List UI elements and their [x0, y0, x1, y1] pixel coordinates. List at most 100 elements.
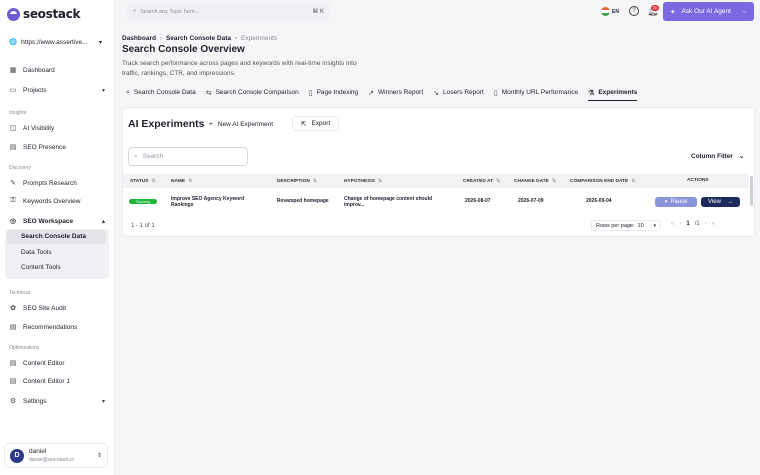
total-pages: /1	[694, 221, 700, 227]
column-filter-button[interactable]: Column Filter ⌄	[691, 152, 744, 161]
column-header-actions: ACTIONS	[687, 178, 709, 183]
cell-description: Revamped homepage	[277, 198, 329, 204]
breadcrumb-search-console-data[interactable]: Search Console Data	[166, 35, 231, 42]
export-icon: ⇱	[301, 120, 307, 128]
tab-winners-report[interactable]: ↗ Winners Report	[368, 87, 423, 98]
cell-name[interactable]: Improve SEO Agency Keyword Rankings	[171, 196, 261, 208]
logo[interactable]: seostack	[7, 7, 81, 21]
pause-button[interactable]: ⏸︎ Pause	[655, 197, 697, 207]
sort-icon: ⇅	[496, 178, 501, 184]
column-label: CREATED AT	[463, 178, 494, 184]
sidebar-subitem-search-console-data[interactable]: Search Console Data	[21, 233, 86, 240]
breadcrumb-dashboard[interactable]: Dashboard	[122, 35, 156, 42]
tab-page-indexing[interactable]: ▯ Page Indexing	[309, 87, 358, 98]
search-shortcut: ⌘ K	[312, 9, 324, 15]
next-page-icon[interactable]: ›	[705, 221, 707, 227]
column-header-created-at[interactable]: CREATED AT ⇅	[463, 178, 500, 184]
flag-icon[interactable]	[601, 7, 610, 16]
chevron-up-icon: ▴	[101, 218, 105, 225]
arrow-right-icon: →	[726, 199, 733, 205]
column-header-hypothesis[interactable]: HYPOTHESIS ⇅	[344, 178, 382, 184]
document-icon: ▤	[9, 360, 17, 367]
site-url: https://www.assertive...	[21, 38, 88, 46]
column-header-description[interactable]: DESCRIPTION ⇅	[277, 178, 317, 184]
column-header-status[interactable]: STATUS ⇅	[130, 178, 156, 184]
sidebar-item-seo-presence[interactable]: ▤ SEO Presence	[5, 139, 109, 155]
rows-per-page-select[interactable]: Rows per page: 10 ▾	[591, 220, 661, 231]
sidebar-item-label: SEO Presence	[23, 143, 66, 151]
sidebar-item-label: Dashboard	[23, 66, 55, 74]
sidebar-item-seo-site-audit[interactable]: ✿ SEO Site Audit	[5, 300, 109, 316]
tab-monthly-url-performance[interactable]: ▯ Monthly URL Performance	[494, 87, 578, 98]
sidebar-item-label: Content Editor 1	[23, 377, 70, 385]
cell-change-date: 2026-07-09	[518, 198, 544, 204]
document-icon: ▤	[9, 378, 17, 385]
last-page-icon[interactable]: »	[712, 221, 715, 227]
document-icon: ▤	[9, 144, 17, 151]
view-button[interactable]: View →	[701, 197, 740, 207]
export-button[interactable]: ⇱ Export	[292, 116, 340, 131]
chevron-right-icon: ›	[234, 35, 237, 42]
sidebar: seostack 🌐 https://www.assertive... ▾ ▦ …	[0, 0, 115, 475]
tab-search-console-comparison[interactable]: ⇆ Search Console Comparison	[206, 87, 299, 98]
table-scrollbar[interactable]	[750, 176, 753, 206]
sort-icon: ⇅	[631, 178, 636, 184]
section-discovery: Discovery	[9, 165, 31, 171]
sort-icon: ⇅	[151, 178, 156, 184]
site-selector[interactable]: 🌐 https://www.assertive... ▾	[5, 34, 106, 50]
user-menu[interactable]: D daniel daniel@seo-stack.io ⇕	[4, 443, 108, 468]
cell-comparison-end-date: 2026-09-04	[586, 198, 612, 204]
current-page: 1	[686, 221, 690, 227]
sidebar-item-dashboard[interactable]: ▦ Dashboard	[5, 62, 109, 78]
first-page-icon[interactable]: «	[671, 221, 674, 227]
logo-icon	[7, 7, 20, 21]
sidebar-item-label: SEO Site Audit	[23, 304, 66, 312]
sidebar-item-keywords-overview[interactable]: ⚿ Keywords Overview	[5, 193, 109, 209]
ask-ai-agent-button[interactable]: ✦ Ask Our AI Agent →	[663, 2, 754, 21]
global-search-input[interactable]: ⌕ Search any Topic here... ⌘ K	[127, 3, 330, 20]
breadcrumb: Dashboard › Search Console Data › Experi…	[122, 35, 277, 42]
tab-experiments[interactable]: ⚗ Experiments	[588, 87, 638, 101]
sort-icon: ⇅	[377, 178, 383, 184]
sidebar-item-settings[interactable]: ⚙ Settings ▾	[5, 393, 109, 409]
sidebar-item-ai-visibility[interactable]: ◫ AI Visibility	[5, 120, 109, 136]
help-icon[interactable]: ?	[629, 6, 639, 16]
pause-label: Pause	[670, 199, 688, 205]
table-search-input[interactable]: ⌕ Search	[128, 147, 248, 166]
sidebar-item-content-editor[interactable]: ▤ Content Editor	[5, 355, 109, 371]
pause-icon: ⏸︎	[664, 198, 668, 205]
cell-created-at: 2026-08-07	[465, 198, 491, 204]
sidebar-subitem-data-tools[interactable]: Data Tools	[21, 249, 52, 256]
section-technical: Technical	[9, 290, 30, 296]
plus-icon: +	[209, 120, 213, 128]
table-search-placeholder: Search	[142, 153, 164, 160]
tab-search-console-data[interactable]: ⌕ Search Console Data	[126, 87, 196, 98]
sidebar-item-content-editor-1[interactable]: ▤ Content Editor 1	[5, 373, 109, 389]
notification-badge: 28	[651, 5, 659, 11]
column-header-change-date[interactable]: CHANGE DATE ⇅	[514, 178, 556, 184]
tab-label: Experiments	[598, 89, 638, 96]
breadcrumb-experiments: Experiments	[240, 35, 278, 42]
sort-icon: ⇅	[188, 178, 193, 184]
tab-label: Search Console Comparison	[215, 89, 299, 96]
tab-label: Losers Report	[443, 89, 484, 96]
sidebar-item-label: Settings	[23, 397, 47, 405]
tab-label: Search Console Data	[133, 89, 196, 96]
book-icon: ▯	[493, 89, 498, 97]
sidebar-subitem-content-tools[interactable]: Content Tools	[21, 264, 61, 271]
language-selector[interactable]: EN	[612, 9, 619, 15]
column-header-comparison-end-date[interactable]: COMPARISON END DATE ⇅	[570, 178, 635, 184]
column-filter-label: Column Filter	[691, 152, 733, 160]
rows-per-page-label: Rows per page:	[596, 222, 635, 229]
prev-page-icon[interactable]: ‹	[679, 221, 681, 227]
sidebar-item-projects[interactable]: ▭ Projects ▾	[5, 82, 109, 98]
trend-down-icon: ↘	[433, 89, 440, 97]
tab-losers-report[interactable]: ↘ Losers Report	[433, 87, 484, 98]
sidebar-item-prompts-research[interactable]: ✎ Prompts Research	[5, 175, 109, 191]
new-ai-experiment-button[interactable]: + New AI Experiment	[209, 118, 273, 130]
logo-text: seostack	[23, 7, 81, 21]
column-header-name[interactable]: NAME ⇅	[171, 178, 192, 184]
column-label: STATUS	[130, 178, 149, 184]
sidebar-item-recommendations[interactable]: ▤ Recommendations	[5, 319, 109, 335]
sidebar-item-seo-workspace[interactable]: ◎ SEO Workspace ▴	[5, 213, 109, 229]
